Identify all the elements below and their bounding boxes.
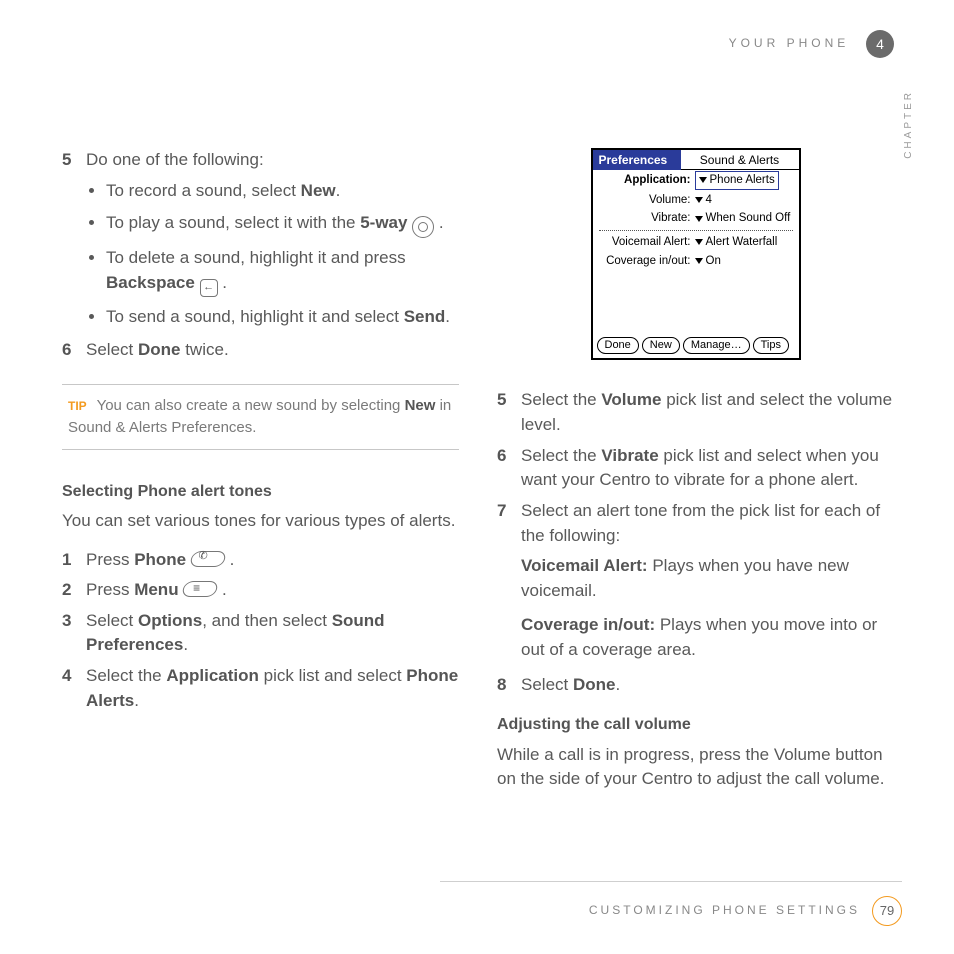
footer-rule	[440, 881, 902, 882]
palm-label-application: Application:	[593, 172, 695, 189]
page-number-badge: 79	[872, 896, 902, 926]
palm-title-left: Preferences	[593, 150, 681, 170]
adjusting-desc: While a call is in progress, press the V…	[497, 743, 894, 792]
backspace-key-icon: ←	[200, 279, 218, 297]
palm-label-voicemail: Voicemail Alert:	[593, 234, 695, 251]
dropdown-triangle-icon	[695, 239, 703, 245]
list-item: To record a sound, select New.	[106, 179, 459, 204]
section-name: YOUR PHONE	[729, 35, 850, 52]
menu-button-icon	[181, 581, 219, 597]
step-text: Select Done twice.	[86, 338, 459, 363]
palm-new-button[interactable]: New	[642, 337, 680, 354]
palm-preferences-screenshot: Preferences Sound & Alerts Application: …	[591, 148, 801, 360]
coverage-desc: Coverage in/out: Plays when you move int…	[521, 613, 894, 662]
palm-picklist-coverage[interactable]: On	[695, 253, 793, 270]
tip-label: TIP	[68, 399, 87, 413]
step-6-right: 6 Select the Vibrate pick list and selec…	[497, 444, 894, 493]
dropdown-triangle-icon	[695, 216, 703, 222]
right-column: Preferences Sound & Alerts Application: …	[497, 148, 894, 806]
sub-bullet-list: To record a sound, select New. To play a…	[62, 179, 459, 330]
palm-picklist-application[interactable]: Phone Alerts	[695, 171, 779, 190]
step-4: 4 Select the Application pick list and s…	[62, 664, 459, 713]
list-item: To delete a sound, highlight it and pres…	[106, 246, 459, 297]
palm-title-right: Sound & Alerts	[681, 150, 799, 170]
palm-label-coverage: Coverage in/out:	[593, 253, 695, 270]
palm-picklist-vibrate[interactable]: When Sound Off	[695, 210, 793, 227]
palm-label-volume: Volume:	[593, 192, 695, 209]
left-column: 5 Do one of the following: To record a s…	[62, 148, 459, 806]
step-3: 3 Select Options, and then select Sound …	[62, 609, 459, 658]
step-text: Do one of the following:	[86, 148, 459, 173]
chapter-number-badge: 4	[866, 30, 894, 58]
step-1: 1 Press Phone .	[62, 548, 459, 573]
palm-done-button[interactable]: Done	[597, 337, 639, 354]
step-5: 5 Do one of the following:	[62, 148, 459, 173]
subheading-selecting-tones: Selecting Phone alert tones	[62, 480, 459, 503]
page-footer: CUSTOMIZING PHONE SETTINGS 79	[589, 896, 902, 926]
palm-picklist-voicemail[interactable]: Alert Waterfall	[695, 234, 793, 251]
step-6: 6 Select Done twice.	[62, 338, 459, 363]
dropdown-triangle-icon	[695, 258, 703, 264]
palm-manage-button[interactable]: Manage…	[683, 337, 750, 354]
manual-page: YOUR PHONE 4 CHAPTER 5 Do one of the fol…	[0, 0, 954, 954]
palm-label-vibrate: Vibrate:	[593, 210, 695, 227]
voicemail-desc: Voicemail Alert: Plays when you have new…	[521, 554, 894, 603]
page-header: YOUR PHONE 4	[62, 30, 894, 58]
step-number: 6	[62, 338, 86, 363]
footer-text: CUSTOMIZING PHONE SETTINGS	[589, 902, 860, 919]
subheading-adjusting-volume: Adjusting the call volume	[497, 713, 894, 736]
subheading-desc: You can set various tones for various ty…	[62, 509, 459, 534]
step-8-right: 8 Select Done.	[497, 673, 894, 698]
dropdown-triangle-icon	[699, 177, 707, 183]
dropdown-triangle-icon	[695, 197, 703, 203]
tip-callout: TIP You can also create a new sound by s…	[62, 384, 459, 450]
step-number: 5	[62, 148, 86, 173]
palm-tips-button[interactable]: Tips	[753, 337, 789, 354]
step-2: 2 Press Menu .	[62, 578, 459, 603]
five-way-icon	[412, 216, 434, 238]
phone-button-icon	[189, 551, 227, 567]
step-5-right: 5 Select the Volume pick list and select…	[497, 388, 894, 437]
list-item: To play a sound, select it with the 5-wa…	[106, 211, 459, 238]
step-7-right: 7 Select an alert tone from the pick lis…	[497, 499, 894, 548]
chapter-vertical-label: CHAPTER	[902, 90, 917, 159]
list-item: To send a sound, highlight it and select…	[106, 305, 459, 330]
palm-picklist-volume[interactable]: 4	[695, 192, 793, 209]
